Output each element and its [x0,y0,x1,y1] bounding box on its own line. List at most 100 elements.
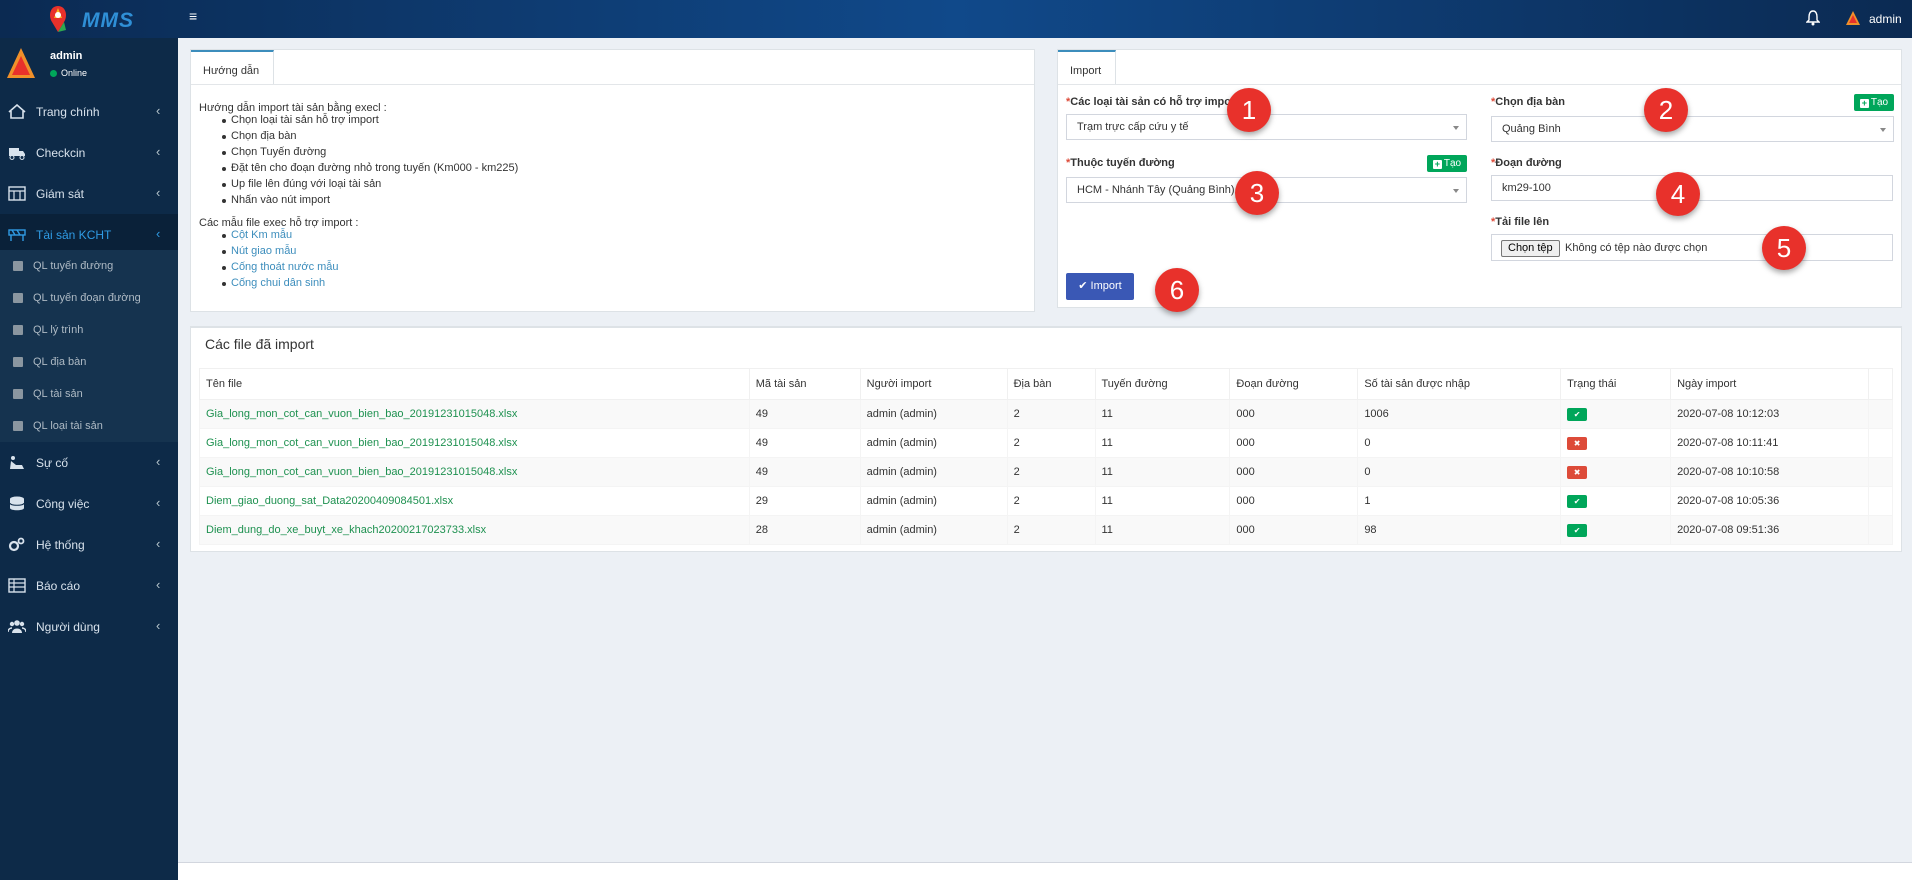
create-route-button[interactable]: + Tạo [1427,155,1467,172]
submenu-item-label: QL loại tài sản [33,420,103,432]
step-badge-6: 6 [1155,268,1199,312]
user-avatar [6,46,36,80]
table-row: Gia_long_mon_cot_can_vuon_bien_bao_20191… [199,399,1894,429]
asset-code-cell: 28 [748,515,861,545]
area-label: *Chọn địa bàn [1491,96,1565,108]
asset-code-cell: 29 [748,486,861,516]
file-upload-input[interactable]: Chọn tệp Không có tệp nào được chọn [1491,234,1893,261]
sample-link-cong-chui-dan-sinh[interactable]: Cống chui dân sinh [222,275,339,291]
truck-icon [9,148,25,160]
sidebar-item-trang-chinh[interactable]: Trang chính ‹ [0,91,178,132]
submenu-item-ql-ly-trinh[interactable]: QL lý trình [0,314,178,346]
sidebar-item-checkcin[interactable]: Checkcin ‹ [0,132,178,173]
submenu-item-ql-tuyen-doan-duong[interactable]: QL tuyến đoạn đường [0,282,178,314]
count-cell: 98 [1357,515,1562,545]
area-value: Quảng Bình [1502,123,1561,135]
column-header-file-name[interactable]: Tên file [199,368,750,400]
create-area-label: Tạo [1870,97,1889,108]
table-row: Diem_dung_do_xe_buyt_xe_khach20200217023… [199,515,1894,545]
asset-type-value: Trạm trực cấp cứu y tế [1077,121,1189,133]
step-badge-3: 3 [1235,171,1279,215]
submenu-item-ql-dia-ban[interactable]: QL địa bàn [0,346,178,378]
date-cell: 2020-07-08 09:51:36 [1670,515,1869,545]
importer-cell: admin (admin) [859,486,1008,516]
sidebar-item-cong-viec[interactable]: Công việc ‹ [0,483,178,524]
tab-divider [1058,84,1901,85]
count-cell: 1 [1357,486,1562,516]
sidebar-item-bao-cao[interactable]: Báo cáo ‹ [0,565,178,606]
import-button[interactable]: ✔ Import [1066,273,1134,300]
status-failed-icon: ✖ [1567,465,1588,479]
chevron-left-icon: ‹ [156,144,161,159]
logo-pin-icon [50,6,66,32]
table-icon [8,578,26,593]
file-name-link[interactable]: Gia_long_mon_cot_can_vuon_bien_bao_20191… [199,457,750,487]
segment-cell: 000 [1229,428,1359,458]
sidebar-item-giam-sat[interactable]: Giám sát ‹ [0,173,178,214]
submenu-item-ql-tuyen-duong[interactable]: QL tuyến đường [0,250,178,282]
sidebar-item-nguoi-dung[interactable]: Người dùng ‹ [0,606,178,647]
segment-label-text: Đoạn đường [1495,157,1562,169]
chevron-left-icon: ‹ [156,618,161,633]
route-cell: 11 [1094,515,1231,545]
sidebar-item-label: Checkcin [36,146,86,160]
column-header-area[interactable]: Địa bàn [1006,368,1096,400]
file-name-link[interactable]: Gia_long_mon_cot_can_vuon_bien_bao_20191… [199,428,750,458]
column-header-date[interactable]: Ngày import [1670,368,1869,400]
chevron-down-icon: ‹ [156,226,161,241]
column-header-route[interactable]: Tuyến đường [1094,368,1231,400]
sidebar-toggle-hamburger-icon[interactable]: ≡ [189,9,201,23]
samples-list: Cột Km mẫu Nút giao mẫu Cống thoát nước … [222,227,339,291]
sample-link-cot-km[interactable]: Cột Km mẫu [222,227,339,243]
column-header-count[interactable]: Số tài sản được nhập [1357,368,1562,400]
sidebar-item-label: Tài sản KCHT [36,228,112,242]
asset-type-label: *Các loại tài sản có hỗ trợ import [1066,96,1239,108]
user-avatar-icon[interactable] [1845,10,1861,26]
choose-file-button[interactable]: Chọn tệp [1501,240,1560,257]
guide-panel: Hướng dẫn Hướng dẫn import tài sản bằng … [190,49,1035,312]
square-bullet-icon [13,421,23,431]
plus-icon: + [1859,98,1869,108]
tab-import[interactable]: Import [1058,50,1117,84]
submenu-item-ql-loai-tai-san[interactable]: QL loại tài sản [0,410,178,442]
file-name-link[interactable]: Gia_long_mon_cot_can_vuon_bien_bao_20191… [199,399,750,429]
segment-value: km29-100 [1502,182,1551,194]
sidebar-item-su-co[interactable]: Sự cố ‹ [0,442,178,483]
create-area-button[interactable]: + Tạo [1854,94,1894,111]
area-select[interactable]: Quảng Bình [1491,116,1894,142]
status-success-icon: ✔ [1567,523,1588,537]
guide-step: Chọn địa bàn [221,128,518,144]
guide-step: Đặt tên cho đoạn đường nhỏ trong tuyến (… [221,162,519,174]
sidebar-item-he-thong[interactable]: Hệ thống ‹ [0,524,178,565]
extra-cell [1867,515,1894,545]
sidebar-item-label: Trang chính [36,105,100,119]
file-name-link[interactable]: Diem_dung_do_xe_buyt_xe_khach20200217023… [199,515,750,545]
date-cell: 2020-07-08 10:10:58 [1670,457,1869,487]
table-row: Gia_long_mon_cot_can_vuon_bien_bao_20191… [199,457,1894,487]
notification-bell-icon[interactable] [1805,10,1821,26]
imported-files-panel: Các file đã import Tên file Mã tài sản N… [190,326,1902,552]
tab-huong-dan[interactable]: Hướng dẫn [191,50,275,84]
column-header-segment[interactable]: Đoạn đường [1229,368,1359,400]
sample-link-cong-thoat-nuoc[interactable]: Cống thoát nước mẫu [222,259,339,275]
road-barrier-icon [8,229,26,241]
user-name: admin [50,50,83,62]
column-header-asset-code[interactable]: Mã tài sản [748,368,861,400]
submenu-item-ql-tai-san[interactable]: QL tài sản [0,378,178,410]
app-logo[interactable]: MMS [44,4,144,34]
import-button-label: Import [1090,280,1122,292]
top-navbar: MMS ≡ admin [0,0,1912,38]
column-header-importer[interactable]: Người import [859,368,1008,400]
sample-link-nut-giao[interactable]: Nút giao mẫu [222,243,339,259]
sidebar-item-label: Giám sát [36,187,85,201]
sidebar-item-tai-san-kcht[interactable]: Tài sản KCHT ‹ [0,214,178,255]
segment-cell: 000 [1229,486,1359,516]
user-menu[interactable]: admin [1869,12,1902,26]
segment-cell: 000 [1229,399,1359,429]
route-value: HCM - Nhánh Tây (Quảng Bình) [1077,184,1235,196]
file-status-text: Không có tệp nào được chọn [1565,242,1708,254]
user-panel: admin Online [0,38,178,88]
file-name-link[interactable]: Diem_giao_duong_sat_Data20200409084501.x… [199,486,750,516]
column-header-status[interactable]: Trạng thái [1560,368,1672,400]
count-cell: 0 [1357,457,1562,487]
